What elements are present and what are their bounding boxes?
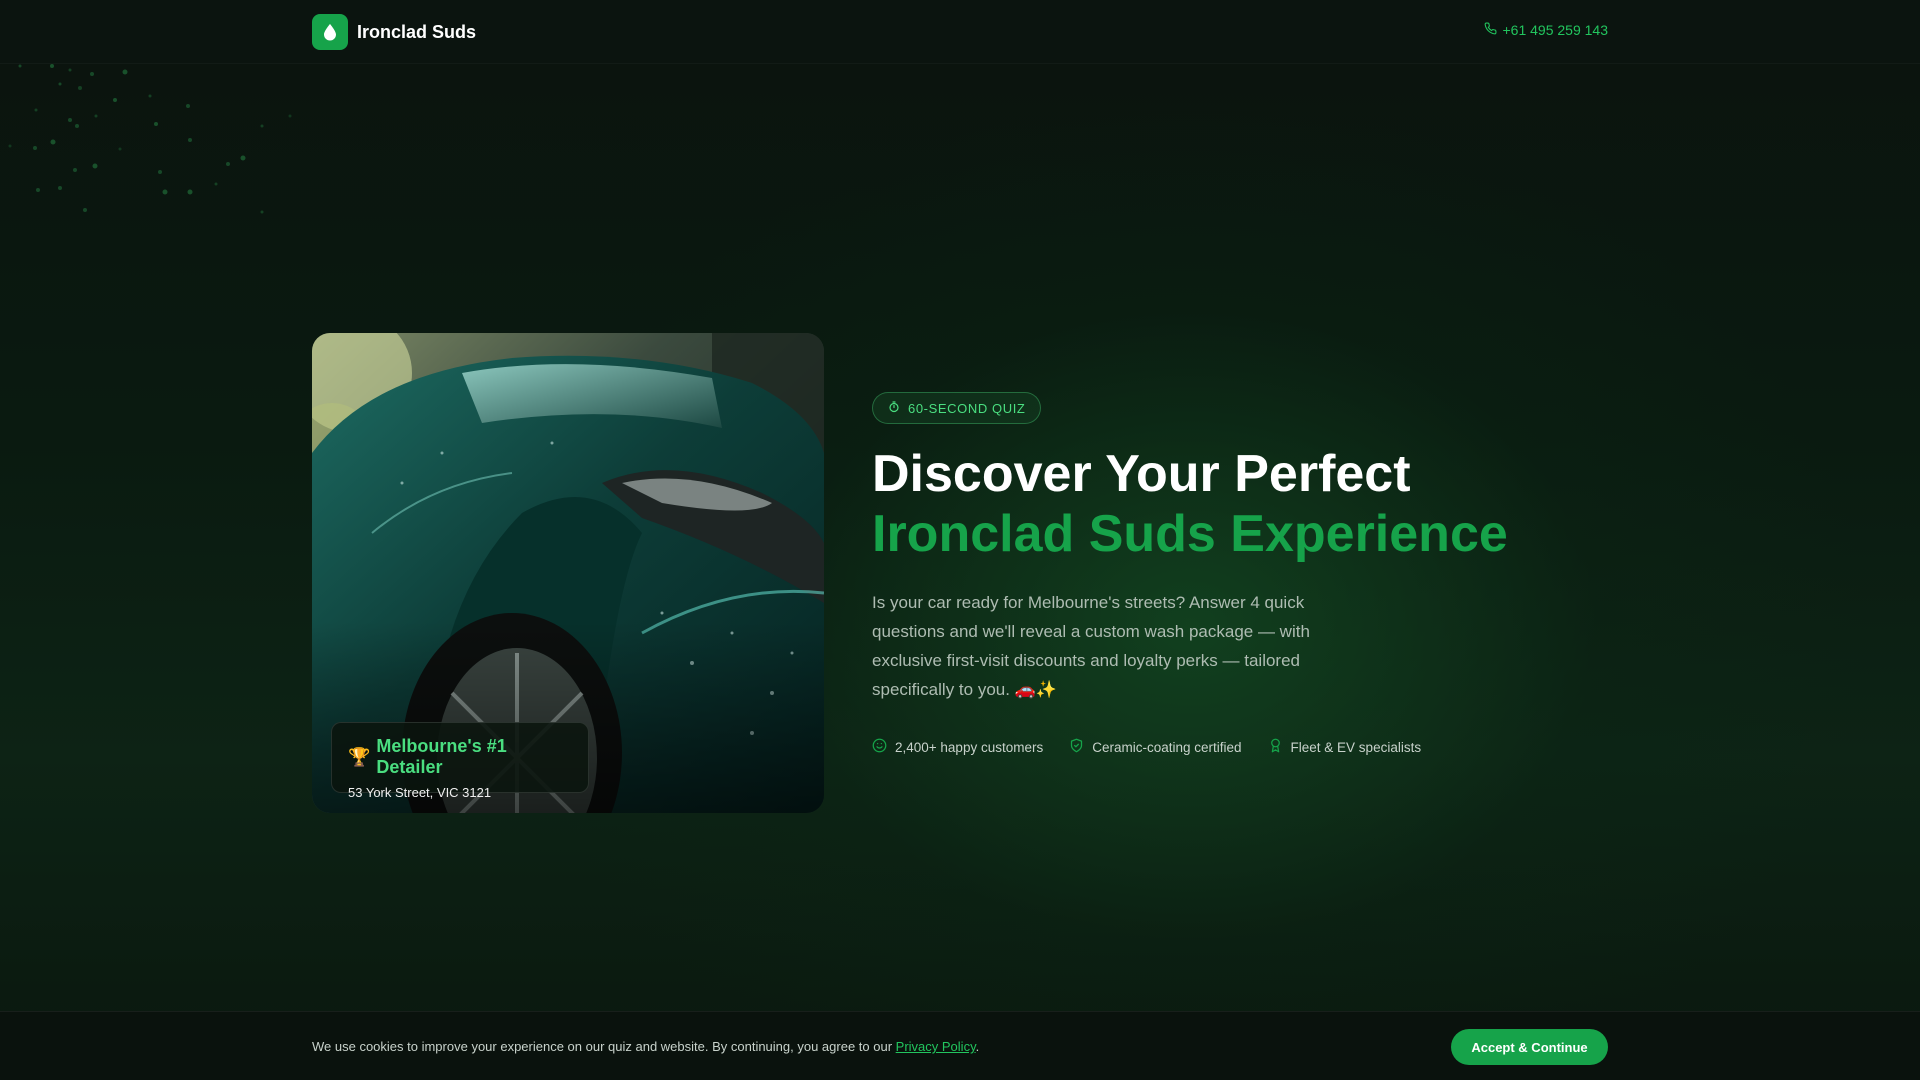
trust-item-label: Ceramic-coating certified (1092, 739, 1242, 755)
droplet-icon (312, 14, 348, 50)
phone-link[interactable]: +61 495 259 143 (1484, 22, 1609, 38)
hero-car-image: 🏆 Melbourne's #1 Detailer 53 York Street… (312, 333, 824, 813)
trophy-icon: 🏆 (348, 746, 371, 767)
trust-item-label: 2,400+ happy customers (895, 739, 1044, 755)
cookie-message: We use cookies to improve your experienc… (312, 1039, 896, 1054)
trust-item-fleet: Fleet & EV specialists (1268, 738, 1422, 756)
shield-check-icon (1069, 738, 1084, 756)
award-icon (1268, 738, 1283, 756)
privacy-policy-link[interactable]: Privacy Policy (896, 1039, 976, 1054)
trust-list: 2,400+ happy customers Ceramic-coating c… (872, 738, 1632, 756)
quiz-pill: 60-SECOND QUIZ (872, 392, 1042, 424)
smile-icon (872, 738, 887, 756)
detailer-title: Melbourne's #1 Detailer (376, 736, 507, 777)
brand-logo[interactable]: Ironclad Suds (312, 14, 476, 50)
brand-name: Ironclad Suds (357, 21, 477, 42)
site-header: Ironclad Suds +61 495 259 143 (0, 0, 1920, 64)
cookie-banner: We use cookies to improve your experienc… (0, 1011, 1920, 1080)
page-title: Discover Your Perfect Ironclad Suds Expe… (872, 444, 1632, 564)
detailer-badge: 🏆 Melbourne's #1 Detailer 53 York Street… (331, 722, 589, 800)
headline-line-1: Discover Your Perfect (872, 445, 1411, 503)
cookie-text: We use cookies to improve your experienc… (312, 1039, 979, 1054)
detailer-address: 53 York Street, VIC 3121 (348, 785, 492, 800)
accept-continue-button[interactable]: Accept & Continue (1451, 1029, 1608, 1065)
trust-item-customers: 2,400+ happy customers (872, 738, 1043, 756)
headline-line-2: Ironclad Suds Experience (872, 505, 1508, 563)
phone-number: +61 495 259 143 (1502, 22, 1609, 38)
hero-content: 60-SECOND QUIZ Discover Your Perfect Iro… (872, 392, 1632, 756)
phone-icon (1484, 22, 1497, 38)
cookie-period: . (975, 1039, 980, 1054)
timer-icon (888, 400, 900, 416)
hero-description: Is your car ready for Melbourne's street… (872, 593, 1310, 699)
trust-item-label: Fleet & EV specialists (1290, 739, 1422, 755)
quiz-pill-label: 60-SECOND QUIZ (908, 400, 1026, 416)
decorative-dots (8, 64, 292, 214)
trust-item-ceramic: Ceramic-coating certified (1069, 738, 1242, 756)
